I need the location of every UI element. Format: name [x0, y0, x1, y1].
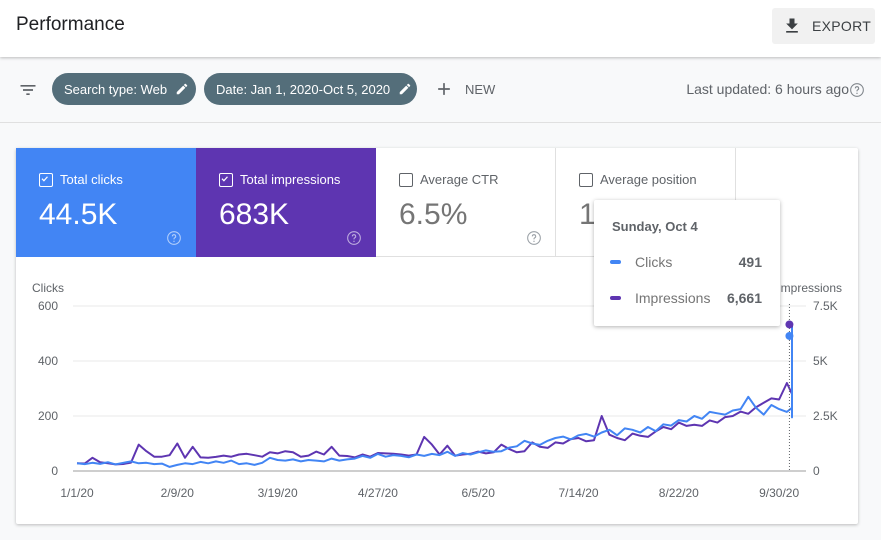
filter-icon[interactable]: [18, 80, 38, 100]
new-label: NEW: [465, 81, 496, 97]
y-tick-label: 400: [38, 354, 58, 368]
tooltip-date: Sunday, Oct 4: [612, 219, 698, 234]
plus-icon: [438, 83, 450, 95]
x-tick-label: 6/5/20: [462, 486, 496, 500]
y-axis-ticks: 0 200 400 600: [38, 299, 58, 478]
y-tick-label: 200: [38, 409, 58, 423]
y-tick-label: 0: [51, 464, 58, 478]
tooltip-row-impressions: Impressions 6,661: [610, 289, 762, 307]
y2-axis-ticks: 0 2.5K 5K 7.5K: [813, 299, 838, 478]
series-line-clicks: [76, 327, 793, 468]
date-range-label: Date: Jan 1, 2020-Oct 5, 2020: [216, 81, 391, 97]
x-tick-label: 7/14/20: [559, 486, 599, 500]
clicks-swatch: [610, 260, 621, 264]
filter-bar: Search type: Web Date: Jan 1, 2020-Oct 5…: [0, 57, 881, 123]
impressions-swatch: [610, 296, 621, 300]
tooltip-label: Clicks: [635, 254, 673, 270]
tooltip-row-clicks: Clicks 491: [610, 253, 762, 271]
search-type-chip[interactable]: Search type: Web: [52, 73, 196, 105]
new-filter-button[interactable]: NEW: [434, 77, 495, 101]
y2-tick-label: 5K: [813, 354, 828, 368]
help-icon[interactable]: [849, 82, 865, 98]
x-tick-label: 3/19/20: [258, 486, 298, 500]
x-tick-label: 8/22/20: [659, 486, 699, 500]
x-tick-label: 2/9/20: [161, 486, 195, 500]
edit-icon: [176, 83, 188, 95]
x-axis-ticks: 1/1/20 2/9/20 3/19/20 4/27/20 6/5/20 7/14/20 8…: [60, 486, 799, 500]
chart-grid: [73, 305, 806, 472]
x-tick-label: 4/27/20: [358, 486, 398, 500]
y2-tick-label: 7.5K: [813, 299, 838, 313]
tooltip-label: Impressions: [635, 290, 711, 306]
chart-tooltip: Sunday, Oct 4 Clicks 491 Impressions 6,6…: [594, 200, 780, 326]
top-bar: Performance EXPORT: [0, 0, 881, 57]
series-line-impressions: [76, 323, 793, 466]
y-tick-label: 600: [38, 299, 58, 313]
search-type-label: Search type: Web: [64, 81, 168, 97]
y-axis-title: Clicks: [32, 281, 64, 295]
tooltip-value: 6,661: [726, 290, 762, 306]
clicks-point: [785, 331, 794, 340]
y2-tick-label: 2.5K: [813, 409, 838, 423]
export-button[interactable]: EXPORT: [772, 8, 875, 44]
page-title: Performance: [16, 14, 125, 35]
edit-icon: [399, 83, 411, 95]
x-tick-label: 1/1/20: [60, 486, 94, 500]
y2-axis-title: Impressions: [777, 281, 842, 295]
export-label: EXPORT: [812, 18, 872, 34]
chart-series: [76, 323, 793, 468]
x-tick-label: 9/30/20: [759, 486, 799, 500]
date-range-chip[interactable]: Date: Jan 1, 2020-Oct 5, 2020: [204, 73, 417, 105]
tooltip-value: 491: [738, 254, 762, 270]
download-icon: [786, 18, 798, 33]
y2-tick-label: 0: [813, 464, 820, 478]
last-updated-text: Last updated: 6 hours ago: [686, 81, 849, 97]
impressions-point: [785, 320, 794, 329]
